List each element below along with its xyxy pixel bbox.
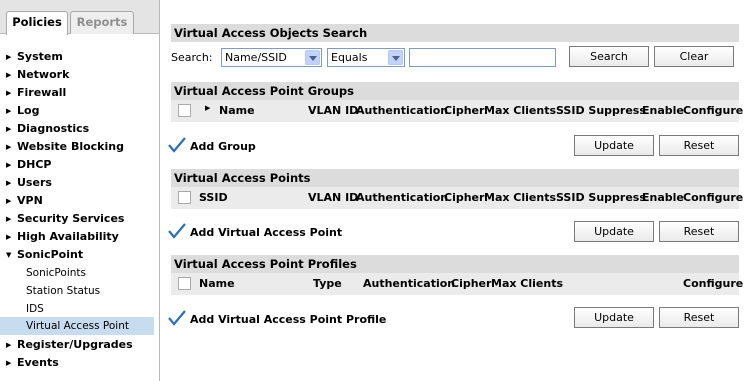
column-authentication: Authentication <box>356 191 449 204</box>
nav-item-diagnostics[interactable]: ▶ Diagnostics <box>0 120 159 138</box>
select-all-checkbox[interactable] <box>178 277 191 290</box>
column-cipher: Cipher <box>444 191 485 204</box>
expand-arrow-icon: ▶ <box>6 341 12 349</box>
expand-arrow-icon: ▶ <box>6 359 12 367</box>
search-field-value: Name/SSID <box>225 51 287 64</box>
reset-button[interactable]: Reset <box>659 307 739 328</box>
search-field-select[interactable]: Name/SSID <box>221 48 322 67</box>
add-virtual-access-point-link[interactable]: Add Virtual Access Point <box>190 226 342 239</box>
column-enable: Enable <box>642 191 684 204</box>
left-navigation: Policies Reports ▶ System ▶ Network ▶ Firew… <box>0 0 160 381</box>
tab-policies[interactable]: Policies <box>6 11 68 35</box>
expand-arrow-icon: ▶ <box>6 71 12 79</box>
column-enable: Enable <box>642 104 684 117</box>
column-max-clients: Max Clients <box>484 191 557 204</box>
search-button[interactable]: Search <box>569 46 649 67</box>
nav-item-events[interactable]: ▶ Events <box>0 354 159 372</box>
column-vlan-id: VLAN ID <box>308 104 359 117</box>
points-section-header: Virtual Access Points <box>171 169 739 187</box>
search-label: Search: <box>171 51 213 64</box>
column-ssid-suppress: SSID Suppress <box>556 191 646 204</box>
update-button[interactable]: Update <box>574 135 654 156</box>
nav-item-network[interactable]: ▶ Network <box>0 66 159 84</box>
collapse-arrow-icon: ▼ <box>6 251 12 259</box>
nav-item-sonicpoint[interactable]: ▼ SonicPoint <box>0 246 159 264</box>
add-virtual-access-point-profile-link[interactable]: Add Virtual Access Point Profile <box>190 313 386 326</box>
search-operator-select[interactable]: Equals <box>327 48 405 67</box>
checkmark-icon <box>168 310 186 326</box>
column-max-clients: Max Clients <box>484 104 557 117</box>
groups-section-header: Virtual Access Point Groups <box>171 82 739 100</box>
nav-sub-virtual-access-point[interactable]: Virtual Access Point <box>0 317 154 335</box>
expand-arrow-icon: ▶ <box>6 215 12 223</box>
column-max-clients: Max Clients <box>491 277 564 290</box>
nav-item-dhcp[interactable]: ▶ DHCP <box>0 156 159 174</box>
expand-arrow-icon: ▶ <box>6 143 12 151</box>
groups-table-header: ▶ Name VLAN ID Authentication Cipher Max… <box>171 100 743 122</box>
checkmark-icon <box>168 223 186 239</box>
nav-item-vpn[interactable]: ▶ VPN <box>0 192 159 210</box>
nav-item-system[interactable]: ▶ System <box>0 48 159 66</box>
expand-arrow-icon: ▶ <box>6 197 12 205</box>
expand-arrow-icon: ▶ <box>6 53 12 61</box>
clear-button[interactable]: Clear <box>654 46 734 67</box>
column-configure: Configure <box>683 277 744 290</box>
expand-arrow-icon[interactable]: ▶ <box>205 104 210 112</box>
column-configure: Configure <box>683 191 744 204</box>
expand-arrow-icon: ▶ <box>6 179 12 187</box>
column-type: Type <box>313 277 342 290</box>
nav-item-users[interactable]: ▶ Users <box>0 174 159 192</box>
nav-sub-ids[interactable]: IDS <box>0 300 154 318</box>
chevron-down-icon <box>388 50 403 65</box>
expand-arrow-icon: ▶ <box>6 89 12 97</box>
points-table-header: SSID VLAN ID Authentication Cipher Max C… <box>171 187 743 209</box>
select-all-checkbox[interactable] <box>178 191 191 204</box>
update-button[interactable]: Update <box>574 307 654 328</box>
nav-item-firewall[interactable]: ▶ Firewall <box>0 84 159 102</box>
select-all-checkbox[interactable] <box>178 104 191 117</box>
column-name: Name <box>199 277 235 290</box>
column-configure: Configure <box>683 104 744 117</box>
search-section-header: Virtual Access Objects Search <box>171 24 739 42</box>
expand-arrow-icon: ▶ <box>6 125 12 133</box>
nav-item-security-services[interactable]: ▶ Security Services <box>0 210 159 228</box>
update-button[interactable]: Update <box>574 221 654 242</box>
column-cipher: Cipher <box>451 277 492 290</box>
expand-arrow-icon: ▶ <box>6 161 12 169</box>
nav-item-log[interactable]: ▶ Log <box>0 102 159 120</box>
reset-button[interactable]: Reset <box>659 135 739 156</box>
nav-tab-bar: Policies Reports <box>0 0 159 35</box>
nav-sub-station-status[interactable]: Station Status <box>0 282 154 300</box>
profiles-table-header: Name Type Authentication Cipher Max Clie… <box>171 273 743 295</box>
add-group-link[interactable]: Add Group <box>190 140 256 153</box>
profiles-section-header: Virtual Access Point Profiles <box>171 255 739 273</box>
checkmark-icon <box>168 137 186 153</box>
expand-arrow-icon: ▶ <box>6 107 12 115</box>
search-input[interactable] <box>409 48 556 67</box>
chevron-down-icon <box>305 50 320 65</box>
nav-item-website-blocking[interactable]: ▶ Website Blocking <box>0 138 159 156</box>
reset-button[interactable]: Reset <box>659 221 739 242</box>
column-vlan-id: VLAN ID <box>308 191 359 204</box>
column-ssid: SSID <box>199 191 228 204</box>
tab-reports[interactable]: Reports <box>70 11 134 34</box>
column-name: Name <box>219 104 255 117</box>
nav-item-register-upgrades[interactable]: ▶ Register/Upgrades <box>0 336 159 354</box>
nav-sub-sonicpoints[interactable]: SonicPoints <box>0 264 154 282</box>
column-cipher: Cipher <box>444 104 485 117</box>
column-ssid-suppress: SSID Suppress <box>556 104 646 117</box>
column-authentication: Authentication <box>363 277 456 290</box>
column-authentication: Authentication <box>356 104 449 117</box>
nav-item-high-availability[interactable]: ▶ High Availability <box>0 228 159 246</box>
expand-arrow-icon: ▶ <box>6 233 12 241</box>
search-operator-value: Equals <box>331 51 368 64</box>
